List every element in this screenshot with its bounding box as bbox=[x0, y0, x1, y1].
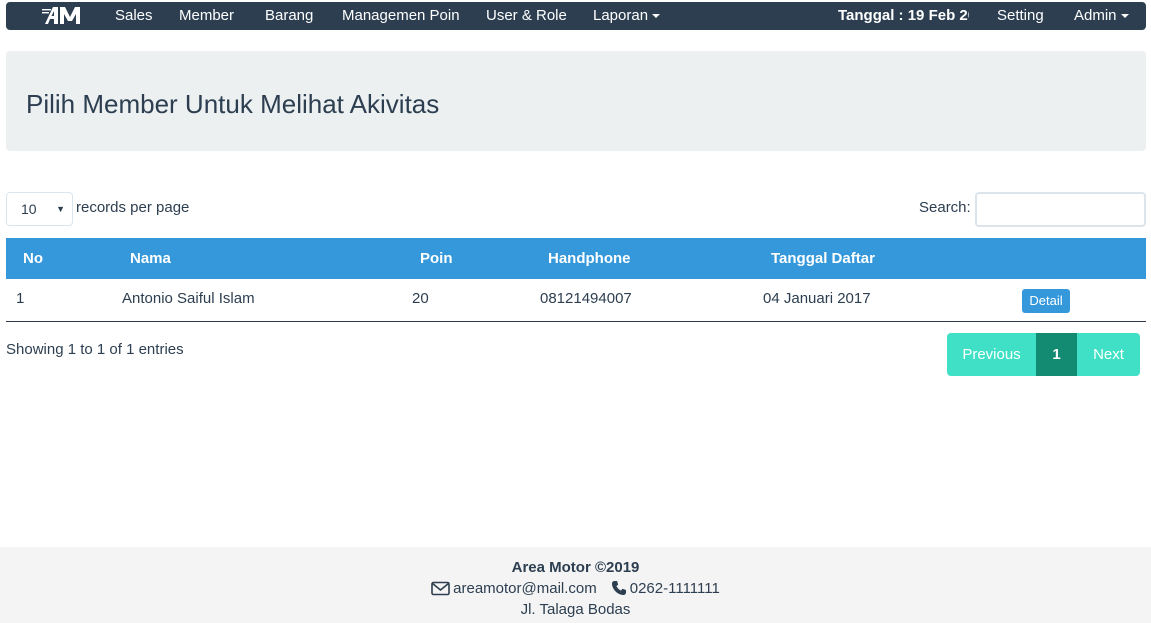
admin-label: Admin bbox=[1074, 7, 1117, 24]
cell-no: 1 bbox=[16, 290, 25, 307]
footer: Area Motor ©2019 areamotor@mail.com 0262… bbox=[0, 547, 1151, 623]
nav-laporan-dropdown[interactable]: Laporan bbox=[593, 2, 661, 30]
nav-barang[interactable]: Barang bbox=[265, 2, 313, 30]
nav-laporan-label: Laporan bbox=[593, 7, 649, 24]
nav-user-role[interactable]: User & Role bbox=[486, 2, 567, 30]
envelope-icon bbox=[431, 581, 450, 596]
page-1-button[interactable]: 1 bbox=[1036, 333, 1077, 376]
column-header-no[interactable]: No bbox=[23, 238, 43, 279]
page-title: Pilih Member Untuk Melihat Akivitas bbox=[26, 89, 440, 119]
records-per-page-select[interactable]: 10 ▼ bbox=[6, 192, 73, 226]
nav-setting[interactable]: Setting bbox=[997, 2, 1044, 30]
brand-logo[interactable] bbox=[42, 6, 88, 24]
cell-nama: Antonio Saiful Islam bbox=[122, 290, 255, 307]
detail-button[interactable]: Detail bbox=[1022, 289, 1070, 313]
column-header-poin[interactable]: Poin bbox=[420, 238, 453, 279]
table-row: 1 Antonio Saiful Islam 20 08121494007 04… bbox=[6, 279, 1146, 322]
table-header: No Nama Poin Handphone Tanggal Daftar bbox=[6, 238, 1146, 279]
cell-poin: 20 bbox=[412, 290, 429, 307]
select-arrow-icon: ▼ bbox=[56, 204, 65, 214]
search-input[interactable] bbox=[975, 192, 1146, 227]
footer-phone: 0262-1111111 bbox=[629, 580, 720, 597]
footer-email[interactable]: areamotor@mail.com bbox=[453, 580, 597, 597]
top-navbar: Sales Member Barang Managemen Poin User … bbox=[6, 2, 1146, 30]
footer-address: Jl. Talaga Bodas bbox=[520, 601, 631, 618]
nav-member[interactable]: Member bbox=[179, 2, 234, 30]
column-header-tanggal-daftar[interactable]: Tanggal Daftar bbox=[771, 238, 875, 279]
current-date: Tanggal : 19 Feb 2019 bbox=[838, 7, 969, 24]
records-per-page-label: records per page bbox=[76, 199, 190, 216]
caret-down-icon bbox=[1120, 14, 1129, 19]
footer-contact: areamotor@mail.com 0262-1111111 bbox=[0, 580, 1151, 597]
column-header-handphone[interactable]: Handphone bbox=[548, 238, 631, 279]
table-info: Showing 1 to 1 of 1 entries bbox=[6, 341, 184, 358]
column-header-nama[interactable]: Nama bbox=[130, 238, 171, 279]
phone-icon bbox=[611, 581, 626, 595]
nav-sales[interactable]: Sales bbox=[115, 2, 153, 30]
search-label: Search: bbox=[919, 199, 971, 216]
next-page-button[interactable]: Next bbox=[1077, 333, 1140, 376]
previous-page-button[interactable]: Previous bbox=[947, 333, 1036, 376]
page-header: Pilih Member Untuk Melihat Akivitas bbox=[6, 51, 1146, 151]
cell-handphone: 08121494007 bbox=[540, 290, 632, 307]
footer-copyright: Area Motor ©2019 bbox=[511, 559, 640, 576]
cell-tanggal-daftar: 04 Januari 2017 bbox=[763, 290, 871, 307]
caret-down-icon bbox=[652, 14, 661, 19]
records-per-page-value: 10 bbox=[21, 201, 37, 217]
admin-dropdown[interactable]: Admin bbox=[1074, 2, 1129, 30]
nav-managemen-poin[interactable]: Managemen Poin bbox=[342, 2, 460, 30]
